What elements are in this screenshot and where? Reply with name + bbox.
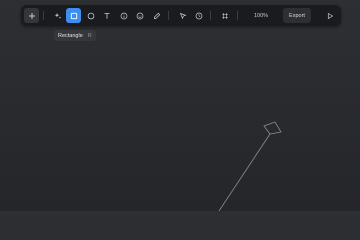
rectangle-tool-button[interactable] xyxy=(66,8,81,23)
add-button[interactable] xyxy=(24,8,39,23)
select-tool-button[interactable] xyxy=(175,8,190,23)
drawn-shape[interactable] xyxy=(263,121,282,135)
tool-tooltip: Rectangle R xyxy=(54,30,96,41)
circle-icon xyxy=(87,12,94,19)
toolbar-divider xyxy=(210,11,211,20)
plus-icon xyxy=(28,12,35,19)
present-button[interactable] xyxy=(322,8,337,23)
clock-icon xyxy=(195,12,202,19)
main-toolbar: 100% Export xyxy=(21,5,341,26)
pen-tool-button[interactable] xyxy=(149,8,164,23)
frame-icon xyxy=(221,12,228,19)
ellipse-tool-button[interactable] xyxy=(83,8,98,23)
tooltip-label: Rectangle xyxy=(58,32,83,39)
toolbar-divider xyxy=(168,11,169,20)
text-tool-button[interactable] xyxy=(99,8,114,23)
play-icon xyxy=(327,12,333,19)
frame-tool-button[interactable] xyxy=(217,8,232,23)
timer-tool-button[interactable] xyxy=(191,8,206,23)
emoji-tool-button[interactable] xyxy=(132,8,147,23)
tooltip-shortcut: R xyxy=(87,32,92,39)
info-tool-button[interactable] xyxy=(116,8,131,23)
export-button[interactable]: Export xyxy=(283,8,311,23)
toolbar-divider xyxy=(237,11,238,20)
pen-icon xyxy=(153,12,160,19)
cursor-icon xyxy=(179,12,187,19)
toolbar-divider xyxy=(43,11,44,20)
smiley-icon xyxy=(136,12,143,19)
text-icon xyxy=(104,12,109,19)
drawn-line[interactable] xyxy=(218,133,271,211)
sparkles-icon xyxy=(54,12,61,19)
ai-tool-button[interactable] xyxy=(50,8,65,23)
zoom-level[interactable]: 100% xyxy=(249,8,273,23)
info-icon xyxy=(120,12,127,19)
square-icon xyxy=(70,12,77,19)
